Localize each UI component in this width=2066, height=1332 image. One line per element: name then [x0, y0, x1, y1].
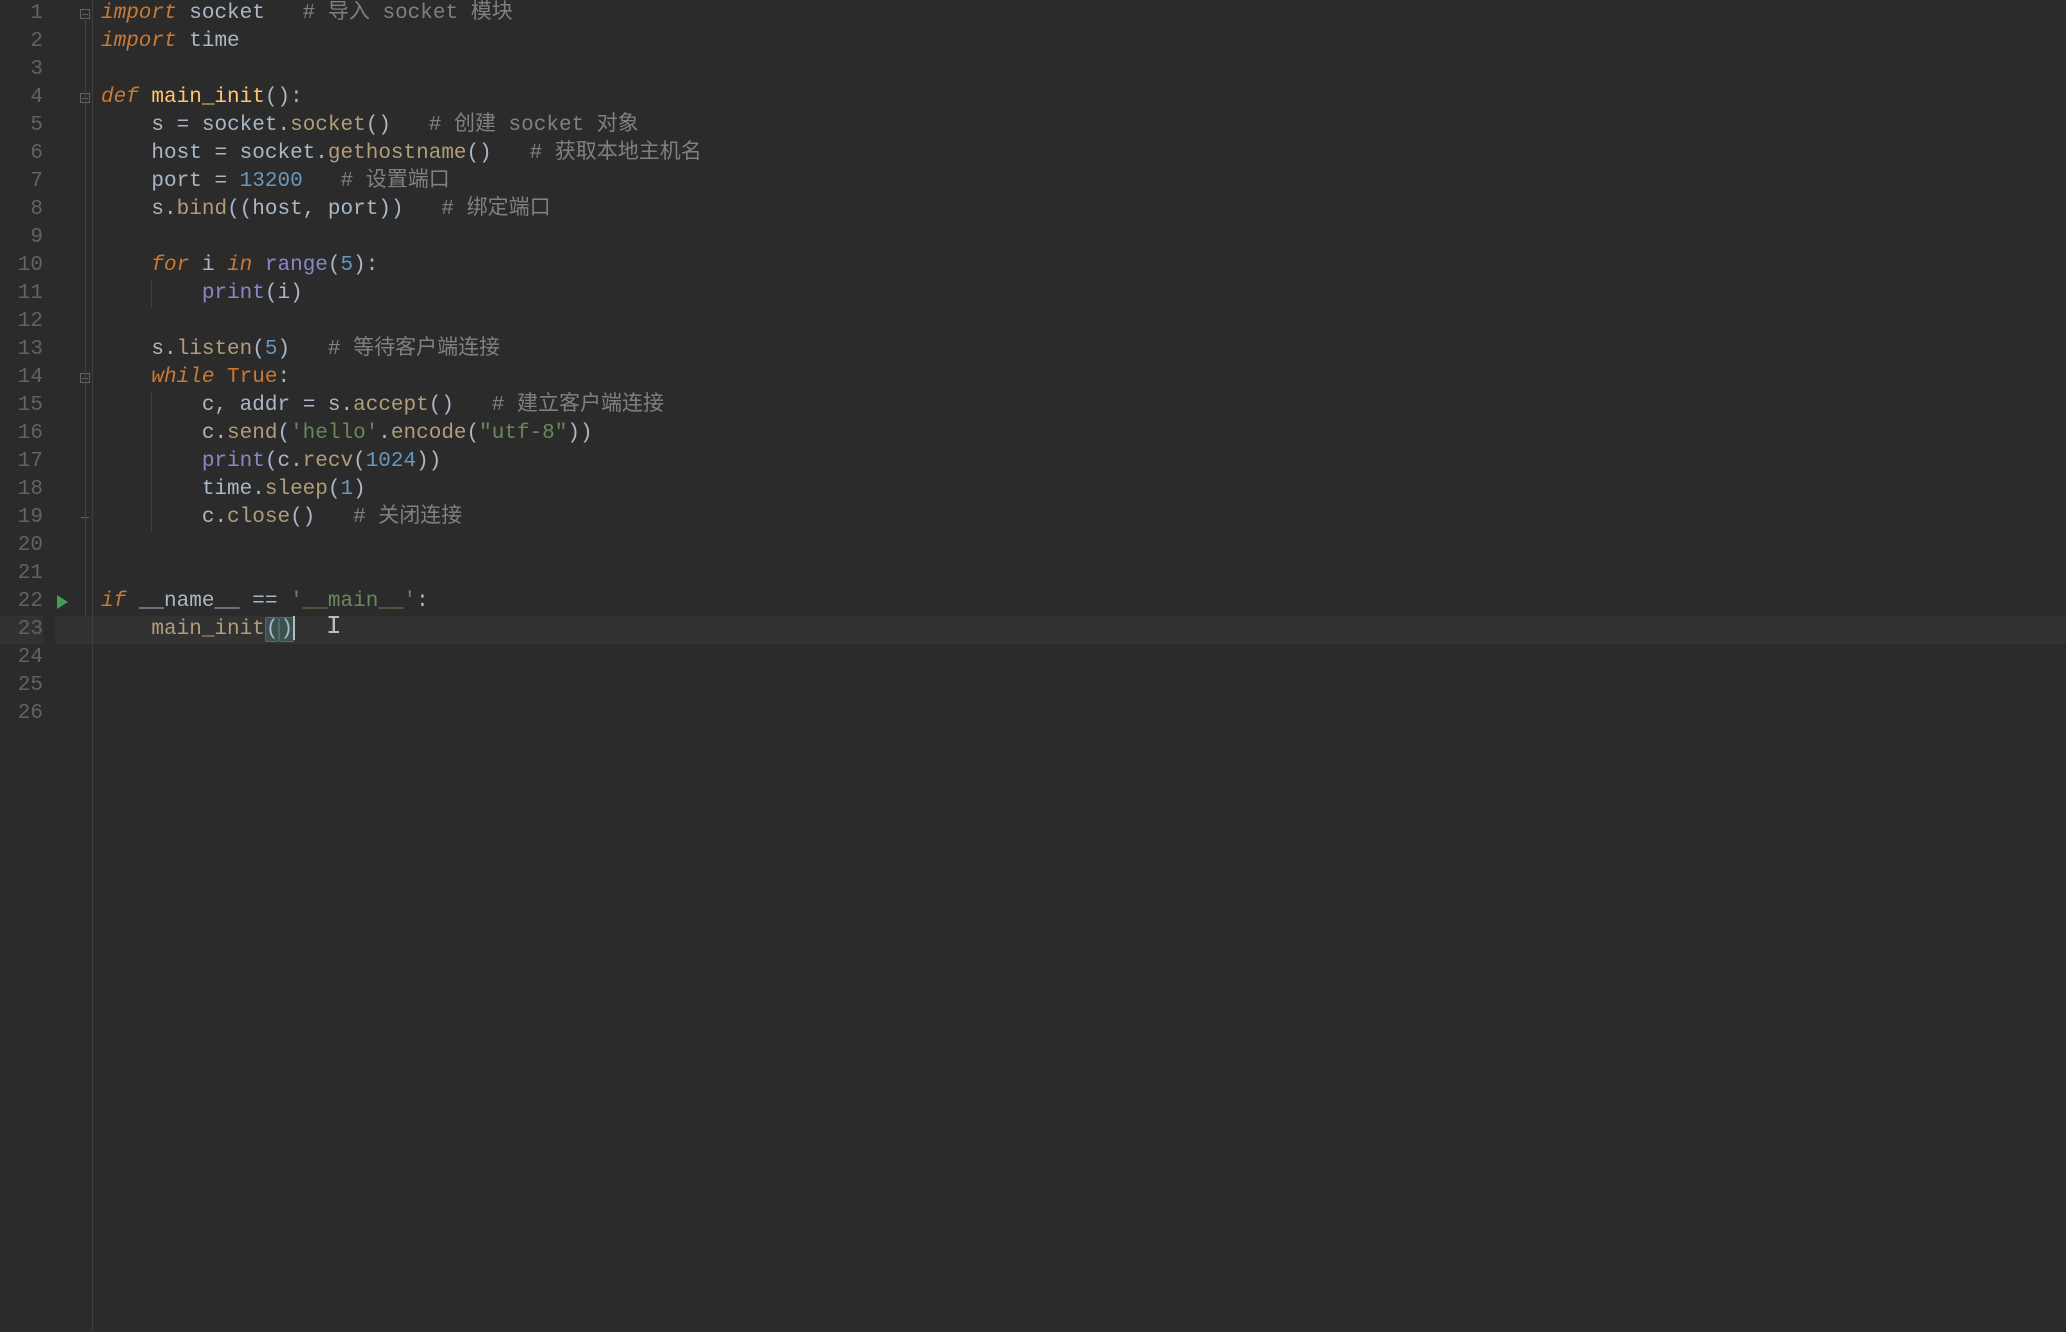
comment: # 获取本地主机名	[530, 142, 702, 165]
code-line[interactable]	[101, 700, 2066, 728]
code-line[interactable]: import socket # 导入 socket 模块	[101, 0, 2066, 28]
code-line[interactable]: c.send('hello'.encode("utf-8"))	[101, 420, 2066, 448]
code-line[interactable]: host = socket.gethostname() # 获取本地主机名	[101, 140, 2066, 168]
line-number: 21	[0, 560, 43, 588]
code-line[interactable]	[101, 56, 2066, 84]
line-number: 6	[0, 140, 43, 168]
line-number: 24	[0, 644, 43, 672]
line-number: 14	[0, 364, 43, 392]
identifier: socket	[189, 2, 265, 25]
code-line[interactable]: s.listen(5) # 等待客户端连接	[101, 336, 2066, 364]
comment: # 绑定端口	[441, 198, 550, 221]
line-number: 2	[0, 28, 43, 56]
string-literal: 'hello'	[290, 422, 378, 445]
identifier: time	[189, 30, 239, 53]
keyword: if	[101, 590, 126, 613]
line-number: 12	[0, 308, 43, 336]
code-line[interactable]: c, addr = s.accept() # 建立客户端连接	[101, 392, 2066, 420]
code-line[interactable]	[101, 560, 2066, 588]
line-number: 7	[0, 168, 43, 196]
code-line[interactable]: port = 13200 # 设置端口	[101, 168, 2066, 196]
code-line[interactable]: s.bind((host, port)) # 绑定端口	[101, 196, 2066, 224]
code-line[interactable]	[101, 308, 2066, 336]
code-line[interactable]: print(c.recv(1024))	[101, 448, 2066, 476]
line-number: 19	[0, 504, 43, 532]
line-number-gutter[interactable]: 1 2 3 4 5 6 7 8 9 10 11 12 13 14 15 16 1…	[0, 0, 55, 1332]
line-number: 5	[0, 112, 43, 140]
keyword: import	[101, 30, 177, 53]
comment: # 建立客户端连接	[492, 394, 664, 417]
line-number: 1	[0, 0, 43, 28]
code-line[interactable]: if __name__ == '__main__':	[101, 588, 2066, 616]
line-number: 11	[0, 280, 43, 308]
code-text-area[interactable]: import socket # 导入 socket 模块 import time…	[93, 0, 2066, 1332]
comment: # 导入 socket 模块	[303, 2, 513, 25]
line-number: 23	[0, 616, 43, 644]
code-line[interactable]: time.sleep(1)	[101, 476, 2066, 504]
line-number: 13	[0, 336, 43, 364]
keyword: for	[151, 254, 189, 277]
code-line[interactable]: while True:	[101, 364, 2066, 392]
line-number: 15	[0, 392, 43, 420]
text-caret	[293, 616, 295, 640]
string-literal: '__main__'	[290, 590, 416, 613]
matched-bracket: )	[279, 617, 294, 642]
line-number: 26	[0, 700, 43, 728]
code-line[interactable]: s = socket.socket() # 创建 socket 对象	[101, 112, 2066, 140]
mouse-text-cursor-icon: I	[326, 612, 342, 640]
line-number: 20	[0, 532, 43, 560]
code-line[interactable]	[101, 672, 2066, 700]
code-line[interactable]	[101, 644, 2066, 672]
comment: # 关闭连接	[353, 506, 462, 529]
line-number: 3	[0, 56, 43, 84]
code-line[interactable]: for i in range(5):	[101, 252, 2066, 280]
code-editor[interactable]: 1 2 3 4 5 6 7 8 9 10 11 12 13 14 15 16 1…	[0, 0, 2066, 1332]
line-number: 25	[0, 672, 43, 700]
keyword: in	[227, 254, 252, 277]
line-number: 4	[0, 84, 43, 112]
line-number: 8	[0, 196, 43, 224]
comment: # 设置端口	[341, 170, 450, 193]
code-line[interactable]: def main_init():	[101, 84, 2066, 112]
comment: # 等待客户端连接	[328, 338, 500, 361]
line-number: 10	[0, 252, 43, 280]
run-gutter-icon[interactable]	[57, 595, 68, 609]
line-number: 16	[0, 420, 43, 448]
code-line[interactable]: import time	[101, 28, 2066, 56]
comment: # 创建 socket 对象	[429, 114, 639, 137]
gutter-icon-column	[55, 0, 79, 1332]
code-line[interactable]	[101, 532, 2066, 560]
line-number: 18	[0, 476, 43, 504]
line-number: 17	[0, 448, 43, 476]
keyword: def	[101, 86, 139, 109]
code-line[interactable]	[101, 224, 2066, 252]
fold-column[interactable]	[79, 0, 93, 1332]
matched-bracket: (	[265, 617, 280, 642]
keyword: import	[101, 2, 177, 25]
code-line[interactable]: print(i)	[101, 280, 2066, 308]
keyword: while	[151, 366, 214, 389]
line-number: 9	[0, 224, 43, 252]
line-number: 22	[0, 588, 43, 616]
code-line-current[interactable]: main_init()I	[101, 616, 2066, 644]
string-literal: "utf-8"	[479, 422, 567, 445]
code-line[interactable]: c.close() # 关闭连接	[101, 504, 2066, 532]
function-name: main_init	[151, 86, 264, 109]
number-literal: 13200	[240, 170, 303, 193]
